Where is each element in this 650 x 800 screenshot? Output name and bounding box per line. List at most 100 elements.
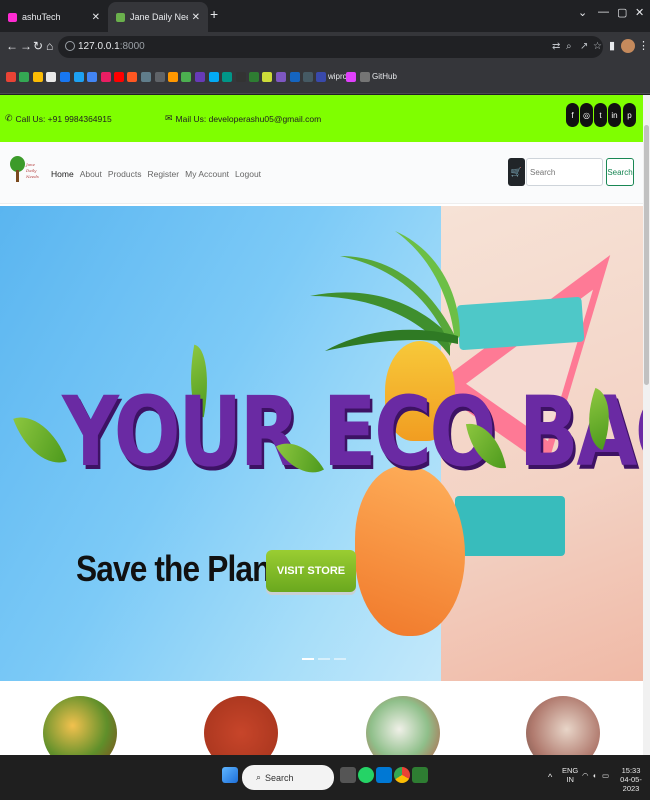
category-image-red[interactable] bbox=[204, 696, 278, 755]
bookmark-icon[interactable] bbox=[303, 72, 313, 82]
back-arrow-icon[interactable]: ← bbox=[6, 39, 18, 53]
volume-icon[interactable]: ◖ bbox=[592, 771, 597, 780]
nav-products[interactable]: Products bbox=[108, 169, 142, 179]
tab-ashutech[interactable]: ashuTech ✕ bbox=[0, 2, 108, 32]
zoom-icon[interactable]: ⌕ bbox=[566, 41, 572, 52]
visit-store-button[interactable]: VISIT STORE bbox=[266, 550, 356, 592]
facebook-icon[interactable]: f bbox=[566, 103, 579, 127]
linkedin-icon[interactable]: in bbox=[608, 103, 621, 127]
scrollbar-thumb[interactable] bbox=[644, 125, 649, 385]
bookmark-icon[interactable] bbox=[168, 72, 178, 82]
whatsapp-icon[interactable] bbox=[358, 767, 374, 783]
vscode-icon[interactable] bbox=[376, 767, 392, 783]
page-scrollbar[interactable] bbox=[643, 95, 650, 755]
language-indicator[interactable]: ENG IN bbox=[562, 766, 578, 784]
search-button[interactable]: Search bbox=[606, 158, 634, 186]
share-icon[interactable]: ↗ bbox=[580, 41, 588, 52]
wipro-bookmark-icon[interactable] bbox=[316, 72, 326, 82]
tab-jane-daily-needs[interactable]: Jane Daily Needs ✕ bbox=[108, 2, 208, 32]
close-window-button[interactable]: ✕ bbox=[635, 6, 644, 19]
bookmark-icon[interactable] bbox=[346, 72, 356, 82]
battery-icon[interactable]: ▭ bbox=[602, 771, 609, 780]
github-bookmark-icon[interactable] bbox=[360, 72, 370, 82]
close-tab-icon[interactable]: ✕ bbox=[92, 12, 100, 23]
drive-bookmark-icon[interactable] bbox=[87, 72, 97, 82]
bookmark-icon[interactable] bbox=[249, 72, 259, 82]
phone-contact: ✆ Call Us: +91 9984364915 bbox=[5, 113, 112, 124]
carousel-dot[interactable] bbox=[318, 658, 330, 660]
nav-register[interactable]: Register bbox=[147, 169, 179, 179]
keep-bookmark-icon[interactable] bbox=[33, 72, 43, 82]
leaf-icon bbox=[13, 406, 67, 474]
jane-favicon-icon bbox=[116, 12, 125, 22]
pinterest-icon[interactable]: p bbox=[623, 103, 636, 127]
nav-about[interactable]: About bbox=[80, 169, 102, 179]
task-view-icon[interactable] bbox=[340, 767, 356, 783]
bookmark-label-wipro[interactable]: wipro bbox=[328, 72, 347, 81]
wifi-icon[interactable]: ◠ bbox=[582, 771, 589, 780]
reload-icon[interactable]: ↻ bbox=[33, 39, 43, 53]
bookmark-star-icon[interactable]: ☆ bbox=[593, 41, 602, 52]
pycharm-icon[interactable] bbox=[412, 767, 428, 783]
nav-home[interactable]: Home bbox=[51, 169, 74, 179]
bookmark-icon[interactable] bbox=[101, 72, 111, 82]
bookmark-icon[interactable] bbox=[155, 72, 165, 82]
carousel-dot[interactable] bbox=[302, 658, 314, 660]
bookmark-icon[interactable] bbox=[209, 72, 219, 82]
bookmarks-bar: wipro GitHub bbox=[0, 62, 650, 94]
close-tab-icon[interactable]: ✕ bbox=[192, 12, 200, 23]
gmail-bookmark-icon[interactable] bbox=[6, 72, 16, 82]
forward-arrow-icon[interactable]: → bbox=[20, 39, 32, 53]
bookmark-icon[interactable] bbox=[141, 72, 151, 82]
translate-icon[interactable]: ⇄ bbox=[552, 41, 560, 52]
category-image-grocery[interactable] bbox=[366, 696, 440, 755]
bookmark-icon[interactable] bbox=[195, 72, 205, 82]
minimize-button[interactable]: — bbox=[598, 6, 609, 18]
nav-logout[interactable]: Logout bbox=[235, 169, 261, 179]
chrome-icon[interactable] bbox=[394, 767, 410, 783]
profile-avatar[interactable] bbox=[621, 39, 635, 53]
menu-kebab-icon[interactable]: ⋮ bbox=[638, 39, 650, 53]
home-icon[interactable]: ⌂ bbox=[46, 39, 53, 53]
cart-button[interactable]: 🛒 bbox=[508, 158, 525, 186]
taskbar-search-label: Search bbox=[265, 772, 294, 783]
bookmark-icon[interactable] bbox=[181, 72, 191, 82]
youtube-bookmark-icon[interactable] bbox=[114, 72, 124, 82]
show-hidden-icons[interactable]: ^ bbox=[548, 772, 552, 782]
instagram-icon[interactable]: ◎ bbox=[580, 103, 593, 127]
maximize-button[interactable]: ▢ bbox=[617, 6, 627, 19]
bookmark-icon[interactable] bbox=[236, 72, 246, 82]
decorative-ribbon-lower bbox=[455, 496, 565, 556]
windows-start-icon[interactable] bbox=[222, 767, 238, 783]
address-bar[interactable]: 127.0.0.1:8000 ⇄ ⌕ ↗ ☆ bbox=[58, 36, 603, 58]
category-image-vegetables[interactable] bbox=[43, 696, 117, 755]
hero-subtitle: Save the Planet bbox=[76, 548, 298, 589]
bookmark-icon[interactable] bbox=[127, 72, 137, 82]
bookmark-icon[interactable] bbox=[46, 72, 56, 82]
email-text: Mail Us: developerashu05@gmail.com bbox=[175, 113, 322, 124]
search-icon: ⌕ bbox=[256, 772, 262, 782]
bookmark-icon[interactable] bbox=[262, 72, 272, 82]
hero-carousel[interactable]: YOUR ECO BAG Save the Planet VISIT STORE bbox=[0, 206, 643, 681]
bookmark-label-github[interactable]: GitHub bbox=[372, 72, 397, 81]
tab-search-icon[interactable]: ⌄ bbox=[578, 6, 587, 19]
logo-text: Jane Daily Needs bbox=[26, 162, 39, 179]
taskbar-search[interactable]: ⌕ Search bbox=[242, 765, 334, 790]
twitter-icon[interactable]: t bbox=[594, 103, 607, 127]
phone-text: Call Us: +91 9984364915 bbox=[15, 113, 112, 124]
maps-bookmark-icon[interactable] bbox=[19, 72, 29, 82]
bookmark-icon[interactable] bbox=[290, 72, 300, 82]
bookmark-icon[interactable] bbox=[222, 72, 232, 82]
twitter-bookmark-icon[interactable] bbox=[74, 72, 84, 82]
new-tab-button[interactable]: + bbox=[210, 6, 218, 22]
carousel-dot[interactable] bbox=[334, 658, 346, 660]
site-navbar: Jane Daily Needs Home About Products Reg… bbox=[0, 142, 643, 204]
clock[interactable]: 15:33 04-05-2023 bbox=[612, 766, 650, 793]
search-input[interactable] bbox=[526, 158, 603, 186]
bookmark-icon[interactable] bbox=[276, 72, 286, 82]
nav-my-account[interactable]: My Account bbox=[185, 169, 229, 179]
site-info-icon[interactable] bbox=[65, 41, 75, 51]
category-image-meat[interactable] bbox=[526, 696, 600, 755]
site-logo[interactable]: Jane Daily Needs bbox=[10, 156, 40, 190]
facebook-bookmark-icon[interactable] bbox=[60, 72, 70, 82]
